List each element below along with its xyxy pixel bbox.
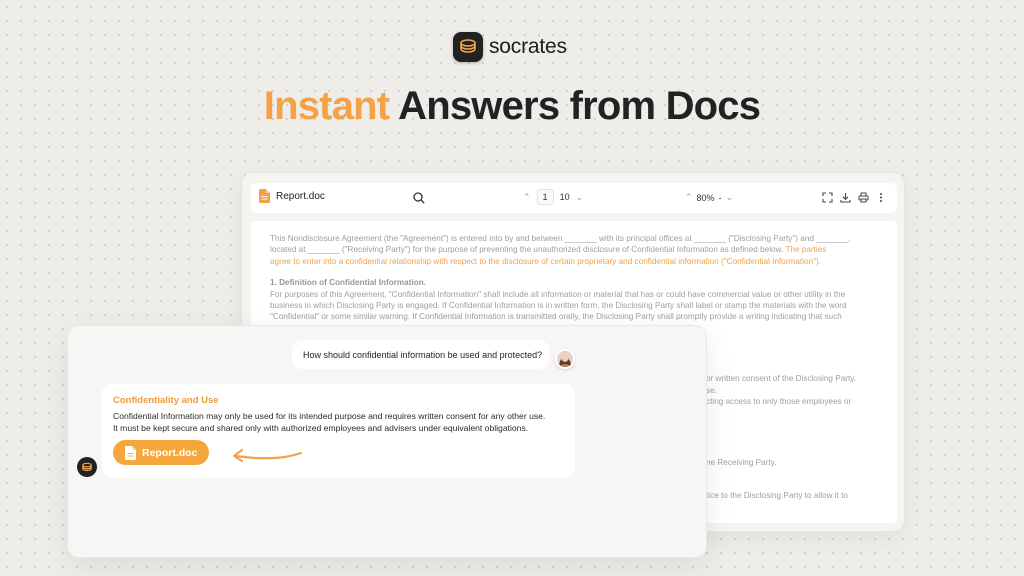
answer-card: Confidentiality and Use Confidential Inf…	[102, 384, 575, 478]
source-document-button[interactable]: Report.doc	[113, 440, 209, 465]
viewer-toolbar: Report.doc ⌃ 1 10 ⌄ ⌃ 80% - ⌄	[251, 183, 897, 213]
page-title: Instant Answers from Docs	[0, 84, 1024, 129]
search-icon[interactable]	[413, 191, 427, 205]
current-page-input[interactable]: 1	[536, 189, 554, 205]
arrow-left-icon	[232, 448, 303, 463]
avatar	[555, 349, 575, 369]
answer-line: It must be kept secure and shared only w…	[113, 423, 529, 434]
doc-line: For purposes of this Agreement, "Confide…	[270, 289, 846, 299]
headline-accent: Instant	[263, 84, 390, 128]
total-pages: 10	[559, 192, 570, 202]
file-tab[interactable]: Report.doc	[259, 189, 325, 203]
doc-highlight: agree to enter into a confidential relat…	[270, 256, 822, 266]
zoom-level[interactable]: 80%	[697, 193, 715, 203]
doc-line: cting access to only those employees or	[706, 397, 852, 406]
doc-line: se.	[706, 386, 717, 395]
doc-line: tice to the Disclosing Party to allow it…	[706, 491, 848, 500]
coin-stack-icon	[82, 462, 92, 471]
doc-highlight: The parties	[783, 245, 827, 255]
zoom-down-chevron-icon[interactable]: ⌄	[726, 192, 734, 203]
headline-rest: Answers from Docs	[389, 84, 761, 128]
doc-section-title: 1. Definition of Confidential Informatio…	[270, 278, 427, 288]
zoom-control: ⌃ 80% - ⌄	[685, 192, 733, 203]
doc-line: or written consent of the Disclosing Par…	[706, 374, 857, 383]
assistant-avatar	[77, 457, 97, 477]
chevron-down-icon[interactable]: ⌄	[576, 192, 584, 203]
doc-line: ne Receiving Party.	[706, 458, 777, 467]
page-navigator: ⌃ 1 10 ⌄	[523, 189, 583, 205]
zoom-out-button[interactable]: -	[719, 193, 722, 203]
brand: socrates	[453, 32, 567, 62]
download-icon[interactable]	[839, 191, 851, 203]
answer-line: Confidential Information may only be use…	[113, 411, 546, 421]
doc-line-text: located at _______ ("Receiving Party") f…	[270, 245, 784, 255]
source-label: Report.doc	[142, 446, 198, 459]
doc-line: located at _______ ("Receiving Party") f…	[270, 244, 877, 255]
chat-panel: How should confidential information be u…	[67, 325, 707, 558]
zoom-up-chevron-icon[interactable]: ⌃	[685, 192, 693, 203]
document-icon	[259, 189, 270, 203]
expand-icon[interactable]	[821, 191, 833, 203]
chevron-up-icon[interactable]: ⌃	[523, 192, 531, 203]
toolbar-actions	[821, 191, 887, 203]
doc-line: This Nondisclosure Agreement (the "Agree…	[270, 234, 851, 243]
file-name: Report.doc	[276, 190, 325, 202]
answer-body: Confidential Information may only be use…	[113, 410, 564, 435]
user-question: How should confidential information be u…	[303, 349, 543, 360]
answer-title: Confidentiality and Use	[113, 395, 219, 406]
more-options-icon[interactable]	[875, 191, 887, 203]
doc-line: "Confidential" or some similar warning. …	[270, 312, 842, 322]
brand-name: socrates	[489, 35, 567, 58]
user-message: How should confidential information be u…	[292, 340, 549, 369]
document-icon	[125, 445, 136, 460]
coin-stack-icon	[453, 32, 483, 62]
print-icon[interactable]	[857, 191, 869, 203]
doc-line: business in which Disclosing Party is en…	[270, 301, 847, 311]
